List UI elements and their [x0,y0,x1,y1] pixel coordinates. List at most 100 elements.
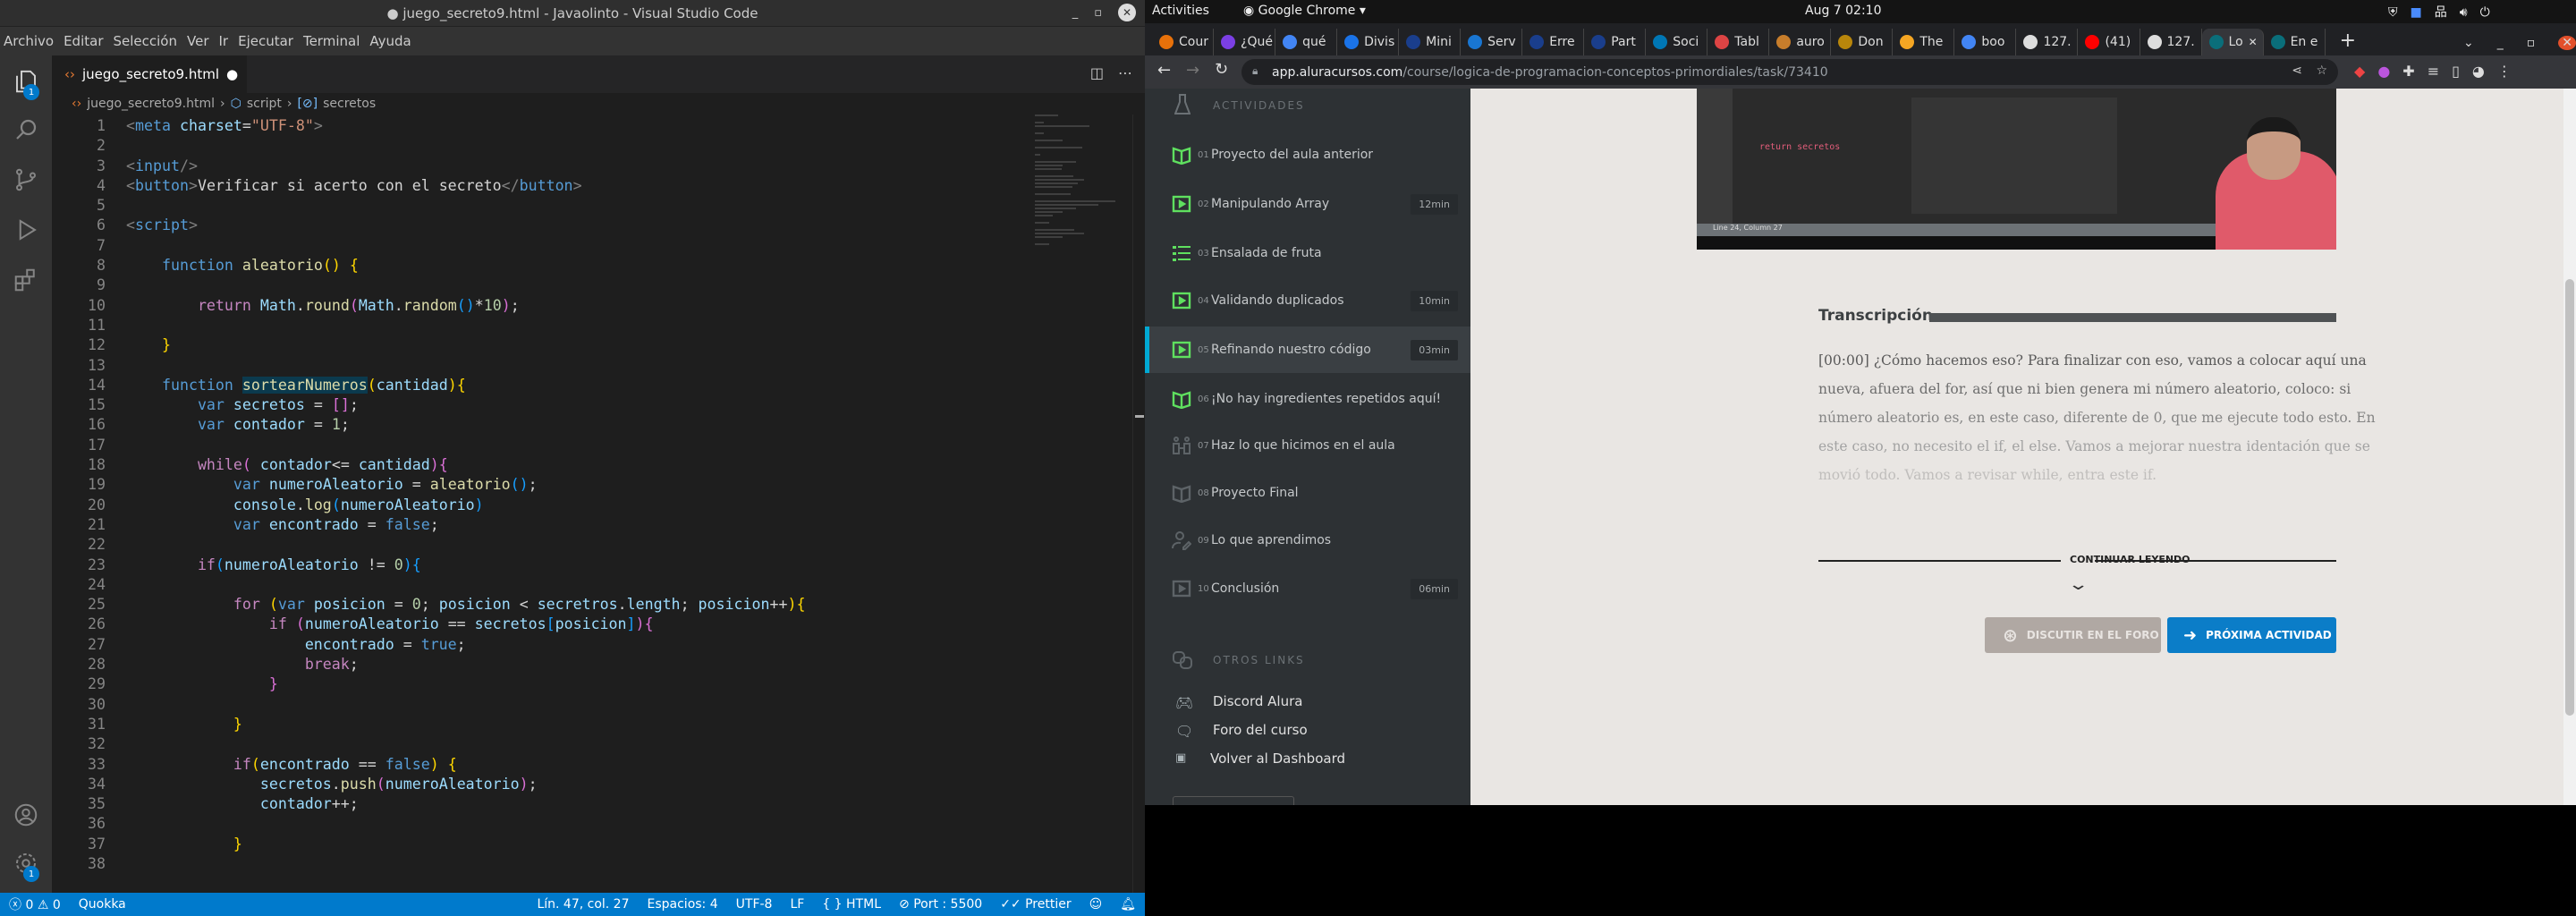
code-line[interactable]: 37 } [52,835,1036,854]
browser-tab[interactable]: ¿Qué [1214,29,1276,55]
problems-indicator[interactable]: ⓧ 0 ⚠ 0 [9,895,61,913]
page-scrollbar[interactable] [2563,89,2576,805]
activity-item[interactable]: 10 Conclusión 06min [1145,565,1470,612]
address-bar[interactable]: 🔒︎ app.aluracursos.com/course/logica-de-… [1241,59,2338,85]
code-line[interactable]: 2 [52,136,1036,156]
code-line[interactable]: 8 function aleatorio() { [52,256,1036,276]
browser-tab[interactable]: Tabl [1707,29,1770,55]
menu-editar[interactable]: Editar [64,33,103,49]
minimize-button[interactable]: _ [2497,36,2527,50]
code-line[interactable]: 25 for (var posicion = 0; posicion < sec… [52,595,1036,615]
code-line[interactable]: 35 contador++; [52,794,1036,814]
editor-scrollbar[interactable] [1132,114,1145,893]
browser-tab[interactable]: 127. [2140,29,2202,55]
browser-tab[interactable]: The [1893,29,1955,55]
forward-button[interactable]: → [1186,61,1199,80]
window-controls[interactable]: ⌄_▫ ✕ [2463,36,2576,50]
code-line[interactable]: 36 [52,814,1036,834]
feedback-icon[interactable]: ☺ [1089,897,1103,912]
clock[interactable]: Aug 7 02:10 [1805,4,1882,18]
language-mode[interactable]: { } HTML [822,897,881,912]
maximize-button[interactable]: ▫ [1094,6,1102,20]
dashboard-link[interactable]: Volver al Dashboard [1210,751,1345,767]
menu-ejecutar[interactable]: Ejecutar [238,33,293,49]
code-line[interactable]: 26 if (numeroAleatorio == secretos[posic… [52,615,1036,634]
breadcrumb-file[interactable]: juego_secreto9.html [87,97,215,111]
back-button[interactable]: ← [1157,61,1171,80]
browser-tab[interactable]: boo [1954,29,2017,55]
browser-tab[interactable]: Part [1584,29,1647,55]
encoding[interactable]: UTF-8 [736,897,773,912]
close-button[interactable]: ✕ [1118,4,1136,21]
reload-button[interactable]: ↻ [1215,60,1228,79]
code-line[interactable]: 38 [52,854,1036,874]
share-icon[interactable]: ⋖ [2292,64,2302,78]
code-line[interactable]: 6 <script> [52,216,1036,235]
chevron-down-icon[interactable]: ⌄ [2067,575,2089,594]
activity-item[interactable]: 06 ¡No hay ingredientes repetidos aquí! [1145,376,1470,422]
code-line[interactable]: 30 [52,695,1036,715]
breadcrumb-script[interactable]: script [247,97,282,111]
code-line[interactable]: 10 return Math.round(Math.random()*10); [52,296,1036,316]
code-line[interactable]: 13 [52,356,1036,376]
browser-tab[interactable]: (41) [2078,29,2140,55]
bookmark-star-icon[interactable]: ☆ [2316,64,2327,78]
eol[interactable]: LF [790,897,804,912]
menu-ver[interactable]: Ver [187,33,209,49]
code-line[interactable]: 17 [52,436,1036,455]
discuss-forum-button[interactable]: ⊛ DISCUTIR EN EL FORO [1985,617,2161,653]
code-line[interactable]: 3 <input/> [52,157,1036,176]
browser-tab[interactable]: auro [1769,29,1832,55]
activity-item[interactable]: 08 Proyecto Final [1145,470,1470,516]
menu-terminal[interactable]: Terminal [303,33,360,49]
forum-link[interactable]: Foro del curso [1213,722,1308,738]
code-line[interactable]: 34 secretos.push(numeroAleatorio); [52,775,1036,794]
browser-tab[interactable]: Divis [1337,29,1400,55]
browser-tab[interactable]: En e [2264,29,2326,55]
activities-button[interactable]: Activities [1152,4,1209,18]
browser-tab[interactable]: Mini [1399,29,1462,55]
code-line[interactable]: 22 [52,535,1036,555]
code-line[interactable]: 28 break; [52,655,1036,674]
code-line[interactable]: 23 if(numeroAleatorio != 0){ [52,556,1036,575]
code-line[interactable]: 11 [52,316,1036,335]
discord-link[interactable]: Discord Alura [1213,693,1302,709]
code-line[interactable]: 19 var numeroAleatorio = aleatorio(); [52,475,1036,495]
browser-tab[interactable]: Soci [1646,29,1708,55]
code-line[interactable]: 14 function sortearNumeros(cantidad){ [52,376,1036,395]
minimize-button[interactable]: _ [1072,6,1079,20]
editor-tab[interactable]: ‹› juego_secreto9.html ● [52,55,247,93]
activity-item[interactable]: 02 Manipulando Array 12min [1145,181,1470,227]
code-line[interactable]: 20 console.log(numeroAleatorio) [52,496,1036,515]
code-line[interactable]: 9 [52,276,1036,295]
browser-tab[interactable]: qué [1275,29,1338,55]
extensions-icon[interactable] [13,267,39,293]
cursor-position[interactable]: Lín. 47, col. 27 [537,897,629,912]
accounts-icon[interactable] [13,802,39,828]
browser-tab[interactable]: Erre [1522,29,1585,55]
next-activity-button[interactable]: ➜ PRÓXIMA ACTIVIDAD [2167,617,2336,653]
video-player[interactable]: return secretos Line 24, Column 27 [1697,89,2336,250]
unsaved-dot[interactable]: ● [226,66,238,82]
minimap[interactable] [1035,114,1120,267]
code-line[interactable]: 32 [52,734,1036,754]
code-line[interactable]: 31 } [52,715,1036,734]
live-server-port[interactable]: ⊘ Port : 5500 [899,897,982,912]
tab-search-icon[interactable]: ⌄ [2463,36,2497,50]
code-line[interactable]: 29 } [52,674,1036,694]
browser-tab[interactable]: Cour [1152,29,1215,55]
activity-item[interactable]: 09 Lo que aprendimos [1145,517,1470,564]
run-debug-icon[interactable] [13,216,39,243]
menu-ayuda[interactable]: Ayuda [369,33,411,49]
code-line[interactable]: 18 while( contador<= cantidad){ [52,455,1036,475]
activity-item[interactable]: 07 Haz lo que hicimos en el aula [1145,422,1470,469]
notifications-bell-icon[interactable]: 🔔︎ [1120,897,1136,912]
browser-tab[interactable]: Don [1831,29,1894,55]
code-line[interactable]: 16 var contador = 1; [52,415,1036,435]
code-line[interactable]: 27 encontrado = true; [52,635,1036,655]
code-line[interactable]: 12 } [52,335,1036,355]
code-line[interactable]: 15 var secretos = []; [52,395,1036,415]
extensions-area[interactable]: ◆●✚≡▯◕⋮ [2354,63,2524,80]
activity-item[interactable]: 03 Ensalada de fruta [1145,230,1470,276]
maximize-button[interactable]: ▫ [2527,36,2559,50]
